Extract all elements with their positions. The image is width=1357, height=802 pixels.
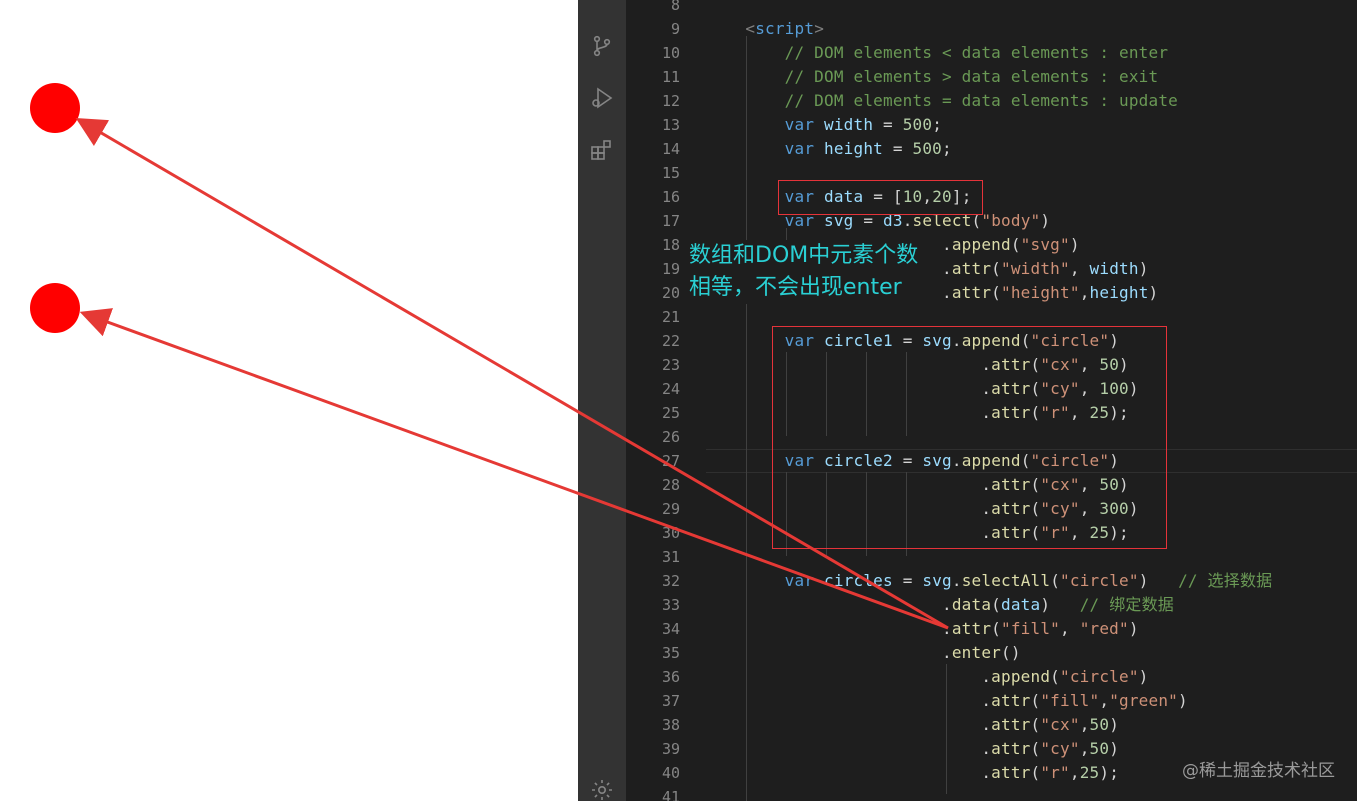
line-code[interactable]: // DOM elements > data elements : exit	[706, 65, 1158, 89]
code-line[interactable]: 16 var data = [10,20];	[626, 185, 1357, 209]
code-line[interactable]: 10 // DOM elements < data elements : ent…	[626, 41, 1357, 65]
line-code[interactable]: // DOM elements = data elements : update	[706, 89, 1178, 113]
code-line[interactable]: 9 <script>	[626, 17, 1357, 41]
activity-bar	[578, 0, 626, 801]
code-line[interactable]: 17 var svg = d3.select("body")	[626, 209, 1357, 233]
source-control-icon[interactable]	[590, 34, 614, 58]
code-line[interactable]: 12 // DOM elements = data elements : upd…	[626, 89, 1357, 113]
code-line[interactable]: 34 .attr("fill", "red")	[626, 617, 1357, 641]
line-number: 16	[661, 188, 680, 206]
code-line[interactable]: 38 .attr("cx",50)	[626, 713, 1357, 737]
line-number: 41	[661, 788, 680, 801]
code-line[interactable]: 14 var height = 500;	[626, 137, 1357, 161]
code-line[interactable]: 36 .append("circle")	[626, 665, 1357, 689]
line-number: 24	[661, 380, 680, 398]
code-line[interactable]: 15	[626, 161, 1357, 185]
line-code[interactable]: // DOM elements < data elements : enter	[706, 41, 1168, 65]
red-circle-1	[30, 83, 80, 133]
line-number: 14	[661, 140, 680, 158]
line-code[interactable]: var width = 500;	[706, 113, 942, 137]
line-number: 36	[661, 668, 680, 686]
line-number: 13	[661, 116, 680, 134]
line-code[interactable]: var circles = svg.selectAll("circle") //…	[706, 569, 1273, 593]
code-line[interactable]: 11 // DOM elements > data elements : exi…	[626, 65, 1357, 89]
line-number: 34	[661, 620, 680, 638]
line-code[interactable]: .attr("cx",50)	[706, 713, 1119, 737]
line-number: 9	[670, 20, 680, 38]
line-number: 29	[661, 500, 680, 518]
extensions-icon[interactable]	[590, 138, 614, 162]
line-code[interactable]: .attr("fill", "red")	[706, 617, 1139, 641]
line-code[interactable]: .data(data) // 绑定数据	[706, 593, 1174, 617]
code-line[interactable]: 37 .attr("fill","green")	[626, 689, 1357, 713]
line-number: 18	[661, 236, 680, 254]
code-line[interactable]: 13 var width = 500;	[626, 113, 1357, 137]
line-code[interactable]: .attr("r",25);	[706, 761, 1119, 785]
line-number: 38	[661, 716, 680, 734]
line-code[interactable]: <script>	[706, 17, 824, 41]
code-line[interactable]: 35 .enter()	[626, 641, 1357, 665]
line-number: 40	[661, 764, 680, 782]
line-code[interactable]: .attr("fill","green")	[706, 689, 1188, 713]
line-number: 31	[661, 548, 680, 566]
line-code[interactable]: var height = 500;	[706, 137, 952, 161]
line-number: 20	[661, 284, 680, 302]
line-number: 26	[661, 428, 680, 446]
annotation-text: 数组和DOM中元素个数 相等，不会出现enter	[687, 240, 921, 304]
line-code[interactable]: .enter()	[706, 641, 1021, 665]
browser-preview	[0, 0, 578, 801]
line-number: 23	[661, 356, 680, 374]
line-number: 39	[661, 740, 680, 758]
line-number: 19	[661, 260, 680, 278]
line-number: 8	[670, 0, 680, 14]
line-code[interactable]: .append("circle")	[706, 665, 1149, 689]
line-number: 17	[661, 212, 680, 230]
watermark: @稀土掘金技术社区	[1182, 761, 1335, 781]
line-number: 15	[661, 164, 680, 182]
red-circle-2	[30, 283, 80, 333]
settings-gear-icon[interactable]	[590, 778, 614, 802]
annotation-line-1: 数组和DOM中元素个数	[689, 243, 919, 268]
highlight-box-circles	[772, 326, 1167, 549]
code-line[interactable]: 33 .data(data) // 绑定数据	[626, 593, 1357, 617]
code-line[interactable]: 8	[626, 0, 1357, 17]
line-number: 35	[661, 644, 680, 662]
line-number: 33	[661, 596, 680, 614]
line-number: 25	[661, 404, 680, 422]
annotation-line-2: 相等，不会出现enter	[689, 275, 902, 300]
line-number: 21	[661, 308, 680, 326]
line-number: 30	[661, 524, 680, 542]
line-number: 28	[661, 476, 680, 494]
line-code[interactable]: .attr("cy",50)	[706, 737, 1119, 761]
line-number: 12	[661, 92, 680, 110]
code-line[interactable]: 32 var circles = svg.selectAll("circle")…	[626, 569, 1357, 593]
line-number: 10	[661, 44, 680, 62]
line-number: 27	[661, 452, 680, 470]
line-number: 32	[661, 572, 680, 590]
line-number: 37	[661, 692, 680, 710]
highlight-box-data	[778, 180, 983, 215]
run-debug-icon[interactable]	[590, 86, 614, 110]
line-number: 11	[661, 68, 680, 86]
code-line[interactable]: 41	[626, 785, 1357, 801]
line-number: 22	[661, 332, 680, 350]
